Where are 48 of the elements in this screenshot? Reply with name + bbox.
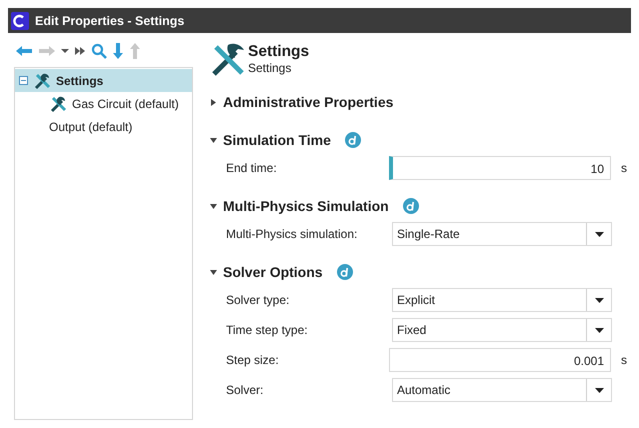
field-label: Solver type: bbox=[226, 293, 290, 307]
collapse-arrow-icon[interactable] bbox=[210, 268, 217, 276]
down-arrow-icon[interactable] bbox=[112, 42, 124, 60]
tree-item[interactable]: Settings bbox=[15, 69, 192, 92]
dropdown[interactable]: Fixed bbox=[392, 318, 612, 342]
field-label: Multi-Physics simulation: bbox=[226, 227, 358, 241]
caret-icon[interactable] bbox=[594, 232, 604, 236]
input-field[interactable]: 10 bbox=[389, 156, 611, 180]
field-label: Solver: bbox=[226, 383, 264, 397]
collapse-icon[interactable] bbox=[19, 76, 28, 85]
dropdown-value: Explicit bbox=[396, 293, 436, 307]
dropdown-value: Single-Rate bbox=[396, 227, 461, 241]
double-arrow-icon[interactable] bbox=[74, 44, 86, 56]
tree-item[interactable]: Gas Circuit (default) bbox=[15, 92, 192, 115]
caret-icon[interactable] bbox=[594, 328, 604, 332]
window-title: Edit Properties - Settings bbox=[35, 14, 184, 28]
unit-label: s bbox=[621, 161, 627, 175]
field-label: End time: bbox=[226, 161, 278, 175]
caret-icon[interactable] bbox=[594, 388, 604, 392]
collapse-arrow-icon[interactable] bbox=[210, 136, 217, 144]
hammer-screwdriver-icon bbox=[210, 41, 246, 77]
section-title[interactable]: Solver Options bbox=[223, 264, 323, 280]
section-title[interactable]: Administrative Properties bbox=[223, 94, 394, 110]
app-logo-icon bbox=[11, 12, 29, 30]
info-icon[interactable] bbox=[336, 264, 353, 280]
page-subtitle: Settings bbox=[248, 61, 292, 75]
unit-label: s bbox=[621, 353, 627, 367]
input-field[interactable]: 0.001 bbox=[389, 348, 611, 372]
collapse-arrow-icon[interactable] bbox=[210, 202, 217, 210]
field-label: Time step type: bbox=[226, 323, 309, 337]
expand-arrow-icon[interactable] bbox=[210, 98, 217, 106]
dropdown[interactable]: Single-Rate bbox=[392, 222, 612, 246]
hammer-screwdriver-icon bbox=[33, 72, 51, 90]
caret-icon[interactable] bbox=[594, 298, 604, 302]
dropdown-value: Automatic bbox=[396, 383, 452, 397]
back-arrow-icon[interactable] bbox=[15, 44, 33, 56]
wrench-screwdriver-icon bbox=[49, 94, 67, 112]
dropdown-value: Fixed bbox=[396, 323, 428, 337]
tree-item[interactable]: Output (default) bbox=[15, 115, 192, 138]
dropdown[interactable]: Automatic bbox=[392, 378, 612, 402]
section-title[interactable]: Simulation Time bbox=[223, 132, 331, 148]
search-icon[interactable] bbox=[91, 42, 107, 58]
dropdown[interactable]: Explicit bbox=[392, 288, 612, 312]
section-title[interactable]: Multi-Physics Simulation bbox=[223, 198, 389, 214]
info-icon[interactable] bbox=[344, 132, 361, 148]
field-label: Step size: bbox=[226, 353, 280, 367]
info-icon[interactable] bbox=[402, 198, 419, 214]
page-title: Settings bbox=[248, 43, 310, 61]
